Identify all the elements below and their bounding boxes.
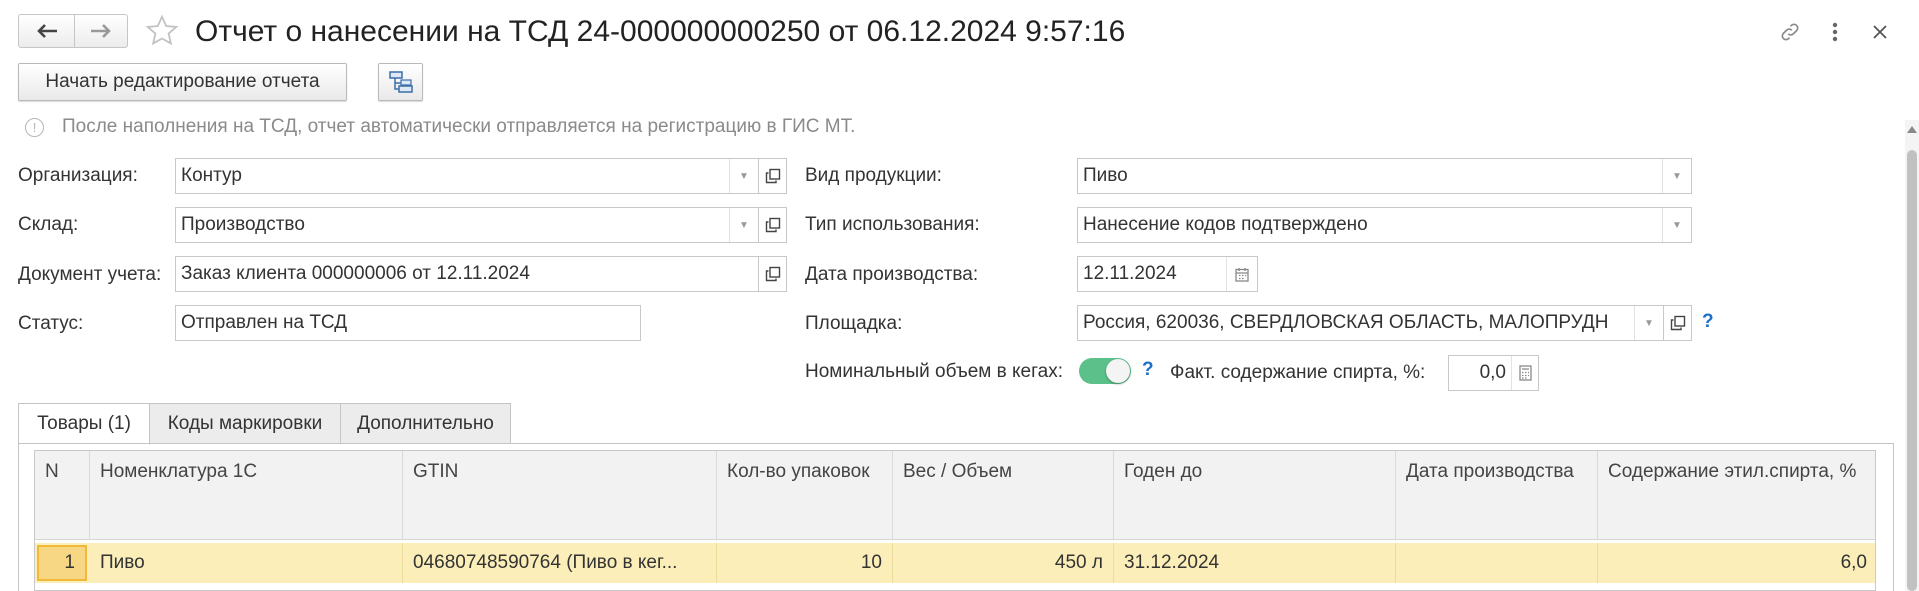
product-type-field[interactable]: Пиво ▼ bbox=[1077, 158, 1692, 194]
info-message: ! После наполнения на ТСД, отчет автомат… bbox=[25, 116, 855, 138]
alcohol-label: Факт. содержание спирта, %: bbox=[1170, 362, 1426, 383]
production-date-label: Дата производства: bbox=[805, 264, 979, 285]
table-row[interactable]: 1 Пиво 04680748590764 (Пиво в кег... 10 … bbox=[35, 543, 1875, 583]
cell-gtin[interactable]: 04680748590764 (Пиво в кег... bbox=[403, 543, 717, 583]
scroll-up-icon[interactable] bbox=[1907, 126, 1917, 133]
goods-table: N Номенклатура 1С GTIN Кол-во упаковок В… bbox=[34, 450, 1876, 591]
col-packages[interactable]: Кол-во упаковок bbox=[717, 451, 893, 539]
chevron-down-icon[interactable]: ▼ bbox=[729, 208, 758, 242]
toggle-knob bbox=[1106, 359, 1130, 383]
nominal-volume-help-icon[interactable]: ? bbox=[1142, 359, 1154, 381]
col-nomenclature[interactable]: Номенклатура 1С bbox=[90, 451, 403, 539]
page-title: Отчет о нанесении на ТСД 24-000000000250… bbox=[195, 15, 1126, 48]
document-open-button[interactable] bbox=[759, 256, 787, 292]
table-header: N Номенклатура 1С GTIN Кол-во упаковок В… bbox=[35, 451, 1875, 540]
cell-expiry[interactable]: 31.12.2024 bbox=[1114, 543, 1396, 583]
open-window-icon bbox=[1670, 315, 1685, 331]
arrow-left-icon bbox=[36, 24, 57, 38]
info-text: После наполнения на ТСД, отчет автоматич… bbox=[62, 116, 856, 137]
back-button[interactable] bbox=[18, 14, 75, 48]
organization-value: Контур bbox=[181, 165, 242, 186]
usage-type-label: Тип использования: bbox=[805, 214, 980, 235]
open-window-icon bbox=[765, 217, 780, 233]
warehouse-open-button[interactable] bbox=[759, 207, 787, 243]
nominal-volume-label: Номинальный объем в кегах: bbox=[805, 361, 1063, 382]
chevron-down-icon[interactable]: ▼ bbox=[729, 159, 758, 193]
link-icon bbox=[1781, 23, 1799, 41]
chevron-down-icon[interactable]: ▼ bbox=[1662, 208, 1691, 242]
alcohol-value: 0,0 bbox=[1479, 362, 1506, 383]
production-date-field[interactable]: 12.11.2024 bbox=[1077, 256, 1258, 292]
document-label: Документ учета: bbox=[18, 264, 162, 285]
product-type-label: Вид продукции: bbox=[805, 165, 942, 186]
more-vertical-icon bbox=[1832, 22, 1838, 42]
structure-button[interactable] bbox=[378, 63, 423, 101]
star-icon bbox=[145, 14, 179, 46]
usage-type-value: Нанесение кодов подтверждено bbox=[1083, 214, 1368, 235]
more-button[interactable] bbox=[1821, 18, 1849, 46]
calendar-icon[interactable] bbox=[1226, 257, 1257, 291]
scrollbar-thumb[interactable] bbox=[1907, 150, 1917, 591]
status-label: Статус: bbox=[18, 313, 84, 334]
warehouse-field[interactable]: Производство ▼ bbox=[175, 207, 759, 243]
site-help-icon[interactable]: ? bbox=[1702, 311, 1714, 333]
cell-n[interactable]: 1 bbox=[37, 545, 87, 581]
calculator-icon[interactable] bbox=[1511, 356, 1538, 390]
col-alcohol[interactable]: Содержание этил.спирта, % bbox=[1598, 451, 1875, 539]
production-date-value: 12.11.2024 bbox=[1083, 263, 1177, 284]
chevron-down-icon[interactable]: ▼ bbox=[1634, 306, 1663, 340]
vertical-scrollbar[interactable] bbox=[1905, 120, 1919, 591]
product-type-value: Пиво bbox=[1083, 165, 1128, 186]
tab-goods[interactable]: Товары (1) bbox=[18, 403, 150, 445]
status-field[interactable]: Отправлен на ТСД bbox=[175, 305, 641, 341]
arrow-right-icon bbox=[91, 24, 111, 38]
cell-production-date[interactable] bbox=[1396, 543, 1598, 583]
site-value: Россия, 620036, СВЕРДЛОВСКАЯ ОБЛАСТЬ, МА… bbox=[1083, 312, 1609, 333]
cell-nomenclature[interactable]: Пиво bbox=[90, 543, 403, 583]
open-window-icon bbox=[765, 168, 780, 184]
site-label: Площадка: bbox=[805, 313, 903, 334]
site-field[interactable]: Россия, 620036, СВЕРДЛОВСКАЯ ОБЛАСТЬ, МА… bbox=[1077, 305, 1664, 341]
col-gtin[interactable]: GTIN bbox=[403, 451, 717, 539]
tab-marking-codes[interactable]: Коды маркировки bbox=[149, 403, 341, 444]
open-window-icon bbox=[765, 266, 780, 282]
close-button[interactable] bbox=[1866, 18, 1894, 46]
status-value: Отправлен на ТСД bbox=[181, 312, 348, 333]
organization-label: Организация: bbox=[18, 165, 138, 186]
warehouse-label: Склад: bbox=[18, 214, 79, 235]
favorite-star-button[interactable] bbox=[144, 13, 180, 49]
cell-weight-volume[interactable]: 450 л bbox=[893, 543, 1114, 583]
chevron-down-icon[interactable]: ▼ bbox=[1662, 159, 1691, 193]
col-expiry[interactable]: Годен до bbox=[1114, 451, 1396, 539]
close-icon bbox=[1873, 25, 1887, 39]
hierarchy-icon bbox=[388, 71, 413, 93]
nominal-volume-toggle[interactable] bbox=[1079, 358, 1131, 384]
alcohol-field[interactable]: 0,0 bbox=[1448, 355, 1539, 391]
col-n[interactable]: N bbox=[35, 451, 90, 539]
document-field[interactable]: Заказ клиента 000000006 от 12.11.2024 bbox=[175, 256, 759, 292]
start-edit-button[interactable]: Начать редактирование отчета bbox=[18, 63, 347, 101]
document-value: Заказ клиента 000000006 от 12.11.2024 bbox=[181, 263, 530, 284]
organization-field[interactable]: Контур ▼ bbox=[175, 158, 759, 194]
info-icon: ! bbox=[25, 117, 44, 137]
cell-packages[interactable]: 10 bbox=[717, 543, 893, 583]
usage-type-field[interactable]: Нанесение кодов подтверждено ▼ bbox=[1077, 207, 1692, 243]
link-button[interactable] bbox=[1776, 18, 1804, 46]
warehouse-value: Производство bbox=[181, 214, 305, 235]
tab-additional[interactable]: Дополнительно bbox=[340, 403, 511, 444]
site-open-button[interactable] bbox=[1664, 305, 1692, 341]
col-weight-volume[interactable]: Вес / Объем bbox=[893, 451, 1114, 539]
col-production-date[interactable]: Дата производства bbox=[1396, 451, 1598, 539]
organization-open-button[interactable] bbox=[759, 158, 787, 194]
forward-button[interactable] bbox=[74, 14, 128, 48]
cell-alcohol[interactable]: 6,0 bbox=[1598, 543, 1875, 583]
